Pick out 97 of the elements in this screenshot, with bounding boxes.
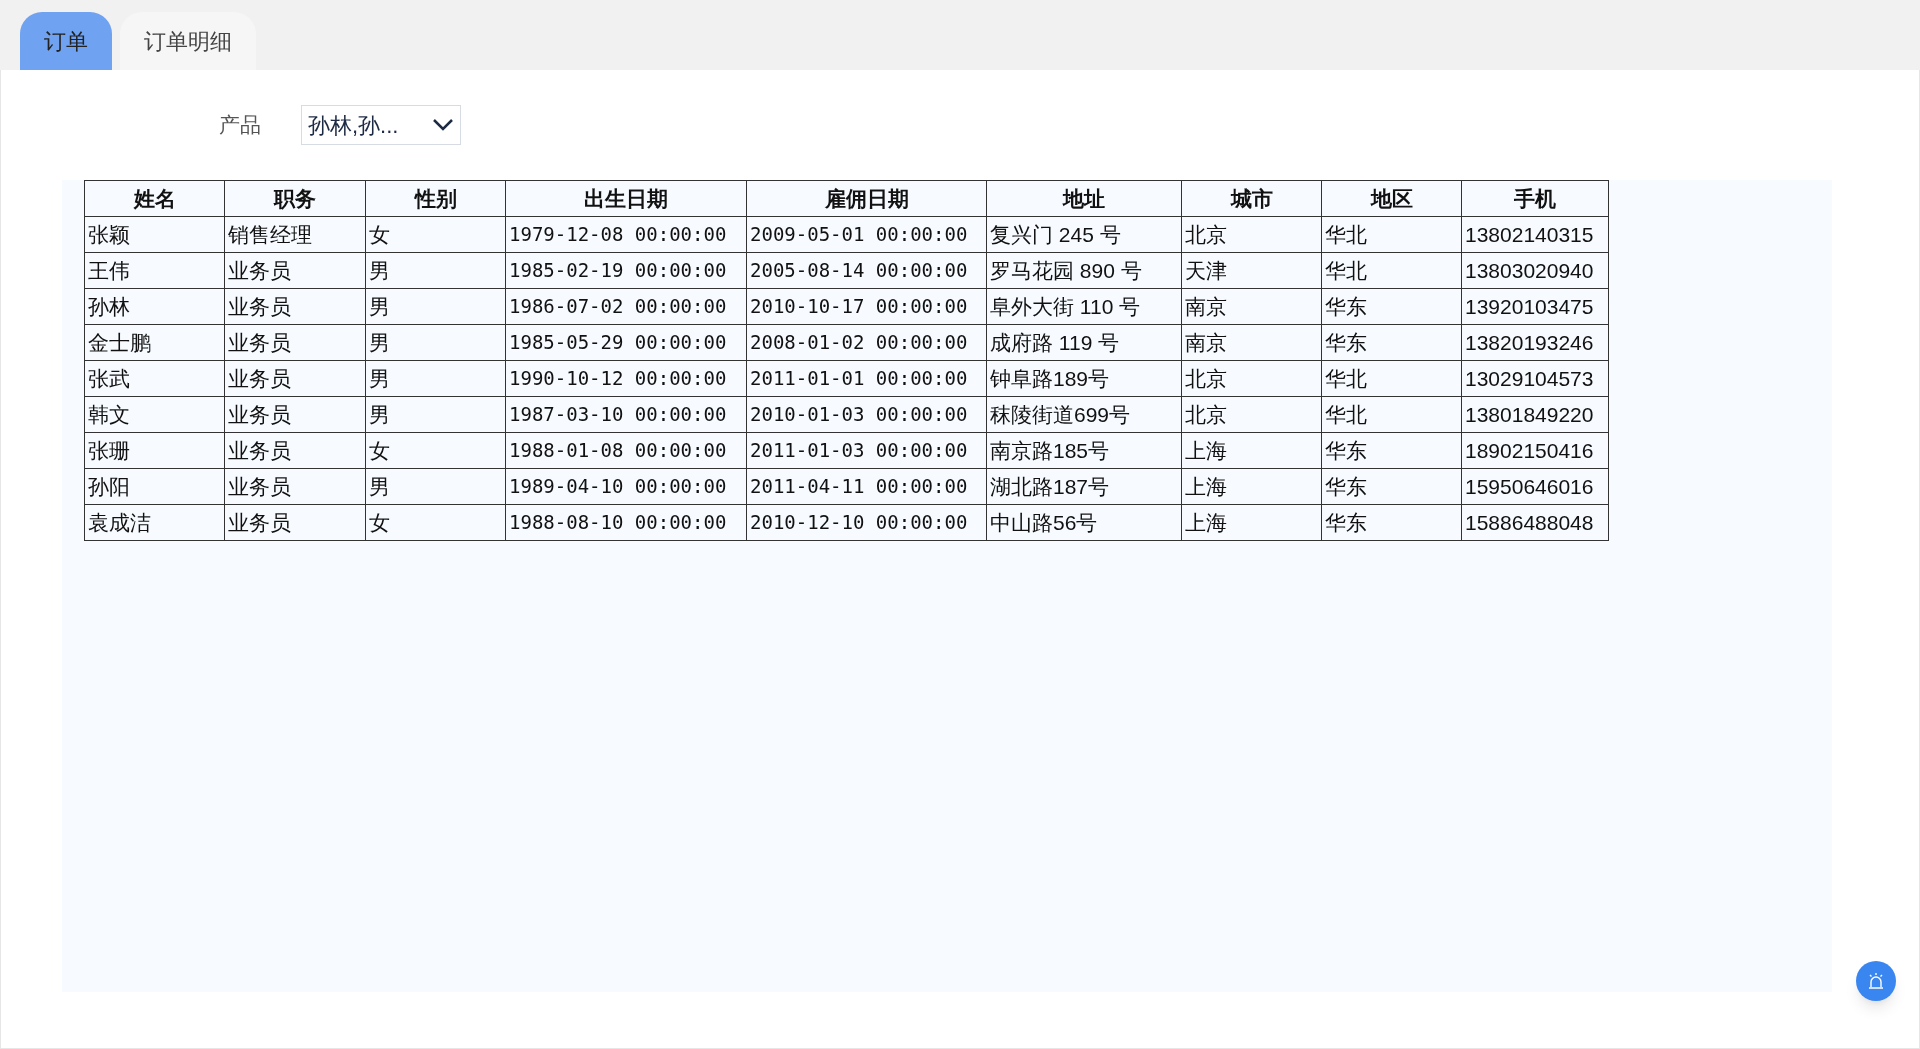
table-cell: 华东 bbox=[1321, 468, 1462, 505]
alarm-button[interactable] bbox=[1856, 961, 1896, 1001]
table-cell: 华东 bbox=[1321, 432, 1462, 469]
table-cell: 华北 bbox=[1321, 360, 1462, 397]
table-cell: 2009-05-01 00:00:00 bbox=[746, 216, 987, 253]
column-header: 手机 bbox=[1461, 180, 1609, 217]
table-cell: 销售经理 bbox=[224, 216, 366, 253]
product-dropdown[interactable]: 孙林,孙... bbox=[301, 105, 461, 145]
table-cell: 业务员 bbox=[224, 252, 366, 289]
table-cell: 韩文 bbox=[84, 396, 225, 433]
table-cell: 秣陵街道699号 bbox=[986, 396, 1182, 433]
table-cell: 2011-01-03 00:00:00 bbox=[746, 432, 987, 469]
table-cell: 13029104573 bbox=[1461, 360, 1609, 397]
table-cell: 华北 bbox=[1321, 396, 1462, 433]
table-cell: 2010-12-10 00:00:00 bbox=[746, 504, 987, 541]
table-cell: 华东 bbox=[1321, 288, 1462, 325]
column-header: 职务 bbox=[224, 180, 366, 217]
table-cell: 13802140315 bbox=[1461, 216, 1609, 253]
table-cell: 业务员 bbox=[224, 468, 366, 505]
table-cell: 华东 bbox=[1321, 504, 1462, 541]
table-cell: 1985-05-29 00:00:00 bbox=[505, 324, 747, 361]
table-cell: 北京 bbox=[1181, 216, 1322, 253]
table-cell: 成府路 119 号 bbox=[986, 324, 1182, 361]
table-cell: 张颖 bbox=[84, 216, 225, 253]
tab[interactable]: 订单明细 bbox=[120, 12, 256, 70]
table-cell: 15886488048 bbox=[1461, 504, 1609, 541]
table-cell: 金士鹏 bbox=[84, 324, 225, 361]
table-cell: 2010-10-17 00:00:00 bbox=[746, 288, 987, 325]
table-cell: 业务员 bbox=[224, 288, 366, 325]
table-cell: 13920103475 bbox=[1461, 288, 1609, 325]
table-cell: 2011-01-01 00:00:00 bbox=[746, 360, 987, 397]
table-cell: 13801849220 bbox=[1461, 396, 1609, 433]
table-cell: 女 bbox=[365, 504, 506, 541]
table-cell: 男 bbox=[365, 360, 506, 397]
siren-icon bbox=[1867, 972, 1885, 990]
table-cell: 湖北路187号 bbox=[986, 468, 1182, 505]
table-cell: 业务员 bbox=[224, 504, 366, 541]
table-cell: 1985-02-19 00:00:00 bbox=[505, 252, 747, 289]
table-cell: 钟阜路189号 bbox=[986, 360, 1182, 397]
table-cell: 华东 bbox=[1321, 324, 1462, 361]
table-cell: 2010-01-03 00:00:00 bbox=[746, 396, 987, 433]
table-cell: 1990-10-12 00:00:00 bbox=[505, 360, 747, 397]
table-cell: 1986-07-02 00:00:00 bbox=[505, 288, 747, 325]
table-cell: 阜外大街 110 号 bbox=[986, 288, 1182, 325]
table-cell: 华北 bbox=[1321, 252, 1462, 289]
tab[interactable]: 订单 bbox=[20, 12, 112, 70]
table-cell: 女 bbox=[365, 432, 506, 469]
chevron-down-icon bbox=[432, 118, 454, 132]
table-cell: 业务员 bbox=[224, 324, 366, 361]
table-cell: 中山路56号 bbox=[986, 504, 1182, 541]
column-header: 城市 bbox=[1181, 180, 1322, 217]
table-cell: 业务员 bbox=[224, 396, 366, 433]
table-cell: 男 bbox=[365, 324, 506, 361]
table-cell: 罗马花园 890 号 bbox=[986, 252, 1182, 289]
table-cell: 13803020940 bbox=[1461, 252, 1609, 289]
table-cell: 2008-01-02 00:00:00 bbox=[746, 324, 987, 361]
table-cell: 业务员 bbox=[224, 360, 366, 397]
table-cell: 张武 bbox=[84, 360, 225, 397]
table-cell: 男 bbox=[365, 396, 506, 433]
column-header: 出生日期 bbox=[505, 180, 747, 217]
table-cell: 18902150416 bbox=[1461, 432, 1609, 469]
table-cell: 上海 bbox=[1181, 432, 1322, 469]
table-cell: 1979-12-08 00:00:00 bbox=[505, 216, 747, 253]
table-cell: 袁成洁 bbox=[84, 504, 225, 541]
column-header: 地址 bbox=[986, 180, 1182, 217]
table-cell: 天津 bbox=[1181, 252, 1322, 289]
table-cell: 孙阳 bbox=[84, 468, 225, 505]
table-cell: 张珊 bbox=[84, 432, 225, 469]
table-cell: 13820193246 bbox=[1461, 324, 1609, 361]
table-cell: 南京路185号 bbox=[986, 432, 1182, 469]
table-cell: 北京 bbox=[1181, 396, 1322, 433]
column-header: 性别 bbox=[365, 180, 506, 217]
filter-label: 产品 bbox=[219, 112, 261, 139]
table-cell: 男 bbox=[365, 252, 506, 289]
table-cell: 男 bbox=[365, 288, 506, 325]
table-cell: 北京 bbox=[1181, 360, 1322, 397]
table-cell: 男 bbox=[365, 468, 506, 505]
table-cell: 上海 bbox=[1181, 468, 1322, 505]
table-cell: 复兴门 245 号 bbox=[986, 216, 1182, 253]
table-cell: 2005-08-14 00:00:00 bbox=[746, 252, 987, 289]
table-cell: 孙林 bbox=[84, 288, 225, 325]
table-cell: 15950646016 bbox=[1461, 468, 1609, 505]
table-cell: 上海 bbox=[1181, 504, 1322, 541]
column-header: 雇佣日期 bbox=[746, 180, 987, 217]
table-cell: 1988-08-10 00:00:00 bbox=[505, 504, 747, 541]
table-cell: 华北 bbox=[1321, 216, 1462, 253]
table-cell: 1987-03-10 00:00:00 bbox=[505, 396, 747, 433]
table-cell: 1989-04-10 00:00:00 bbox=[505, 468, 747, 505]
table-cell: 女 bbox=[365, 216, 506, 253]
table-cell: 南京 bbox=[1181, 324, 1322, 361]
table-cell: 1988-01-08 00:00:00 bbox=[505, 432, 747, 469]
table-cell: 2011-04-11 00:00:00 bbox=[746, 468, 987, 505]
table-cell: 业务员 bbox=[224, 432, 366, 469]
column-header: 姓名 bbox=[84, 180, 225, 217]
table-cell: 南京 bbox=[1181, 288, 1322, 325]
column-header: 地区 bbox=[1321, 180, 1462, 217]
table-cell: 王伟 bbox=[84, 252, 225, 289]
